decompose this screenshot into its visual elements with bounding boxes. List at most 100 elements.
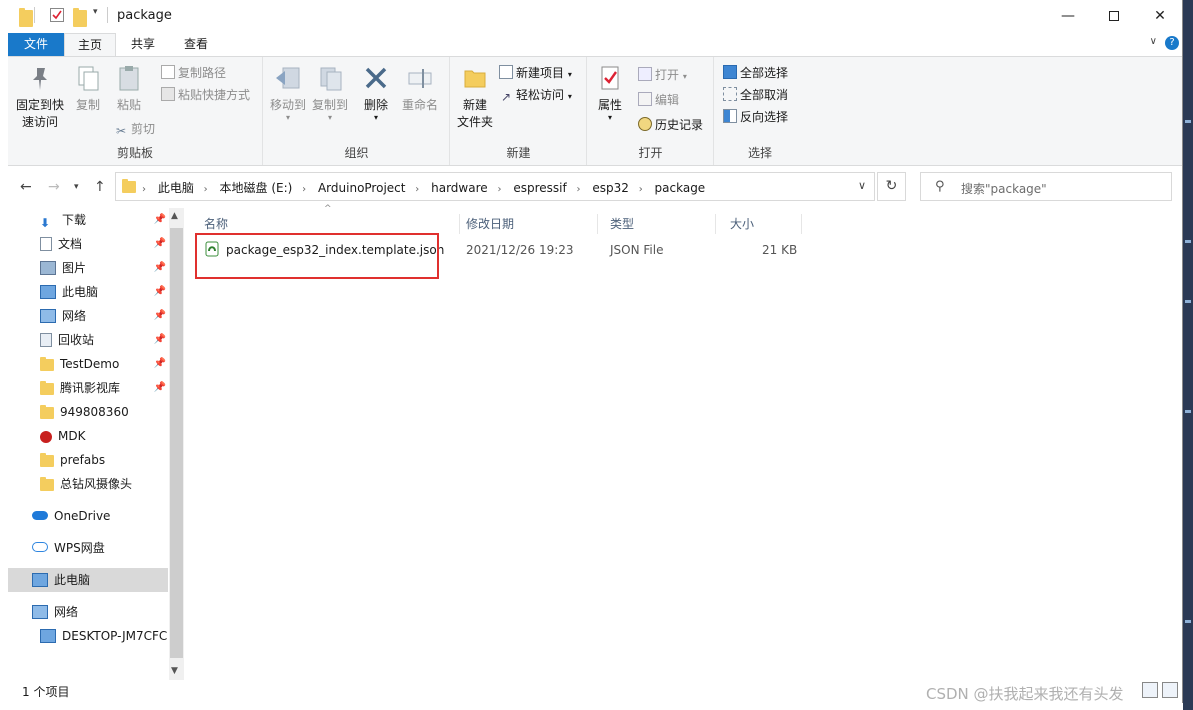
open-button[interactable]: 打开 ▾: [638, 65, 687, 85]
breadcrumb-arduinoproject[interactable]: ArduinoProject: [318, 181, 406, 195]
history-label: 历史记录: [655, 118, 704, 132]
new-item-button[interactable]: 新建项目 ▾: [499, 63, 572, 83]
breadcrumb-espressif[interactable]: espressif: [513, 181, 566, 195]
forward-arrow-icon[interactable]: →: [48, 179, 60, 195]
folder-icon: [122, 179, 136, 193]
address-bar[interactable]: › 此电脑 › 本地磁盘 (E:) › ArduinoProject › har…: [115, 172, 875, 201]
copy-button[interactable]: 复制: [70, 63, 106, 114]
tab-view[interactable]: 查看: [170, 33, 222, 56]
select-all-button[interactable]: 全部选择: [723, 63, 788, 83]
breadcrumb-hardware[interactable]: hardware: [431, 181, 488, 195]
new-folder-quick-icon[interactable]: [73, 8, 87, 27]
recent-locations-chevron-icon[interactable]: ▾: [74, 182, 79, 192]
breadcrumb-this-pc[interactable]: 此电脑: [158, 181, 194, 195]
back-arrow-icon[interactable]: ←: [20, 179, 32, 195]
sidebar-item-recycle-bin[interactable]: 回收站 📌: [8, 328, 168, 352]
breadcrumb-separator-icon[interactable]: ›: [577, 184, 581, 195]
scroll-up-icon[interactable]: ▲: [171, 211, 178, 221]
customize-quick-access-icon[interactable]: ▾: [93, 7, 98, 24]
breadcrumb-separator-icon[interactable]: ›: [497, 184, 501, 195]
sidebar-item-mdk[interactable]: MDK: [8, 424, 168, 448]
delete-x-icon: [365, 67, 387, 89]
search-box[interactable]: ⚲ 搜索"package": [920, 172, 1172, 201]
navigation-scrollbar[interactable]: ▲ ▼: [169, 208, 184, 680]
maximize-button[interactable]: [1091, 0, 1137, 31]
pin-quick-access-button[interactable]: 固定到快 速访问: [12, 63, 68, 131]
sidebar-item-desktop-pc[interactable]: DESKTOP-JM7CFC: [8, 624, 168, 648]
sidebar-item-tencent-video[interactable]: 腾讯影视库 📌: [8, 376, 168, 400]
sidebar-item-testdemo[interactable]: TestDemo 📌: [8, 352, 168, 376]
pin-label-2: 速访问: [21, 115, 58, 129]
address-history-chevron-icon[interactable]: ∨: [858, 179, 866, 192]
sidebar-item-this-pc[interactable]: 此电脑: [8, 568, 168, 592]
delete-button[interactable]: 删除 ▾: [360, 63, 392, 122]
sidebar-item-camera[interactable]: 总钻风摄像头: [8, 472, 168, 496]
network-icon: [32, 605, 48, 619]
sidebar-item-label: 949808360: [60, 405, 129, 419]
breadcrumb-separator-icon[interactable]: ›: [415, 184, 419, 195]
breadcrumb-esp32[interactable]: esp32: [592, 181, 629, 195]
sidebar-item-949808360[interactable]: 949808360: [8, 400, 168, 424]
sidebar-item-downloads[interactable]: ⬇ 下载 📌: [8, 208, 168, 232]
breadcrumb-drive-e[interactable]: 本地磁盘 (E:): [220, 181, 293, 195]
invert-selection-icon: [723, 109, 737, 123]
history-button[interactable]: 历史记录: [638, 115, 703, 135]
sidebar-item-this-pc-quick[interactable]: 此电脑 📌: [8, 280, 168, 304]
invert-selection-button[interactable]: 反向选择: [723, 107, 788, 127]
minimize-button[interactable]: —: [1045, 0, 1091, 31]
scrollbar-thumb[interactable]: [170, 228, 183, 658]
properties-button[interactable]: 属性 ▾: [592, 63, 628, 122]
sidebar-item-label: 此电脑: [62, 285, 99, 299]
edit-button[interactable]: 编辑: [638, 90, 679, 110]
tab-share[interactable]: 共享: [118, 33, 168, 56]
properties-icon: [601, 66, 619, 90]
new-group-label: 新建: [506, 146, 531, 160]
copy-path-button[interactable]: 复制路径: [161, 63, 226, 83]
sidebar-item-network[interactable]: 网络: [8, 600, 168, 624]
cut-button[interactable]: ✂ 剪切: [114, 119, 155, 139]
sidebar-item-label: MDK: [58, 429, 86, 443]
help-icon[interactable]: ?: [1165, 36, 1179, 50]
properties-quick-icon[interactable]: [50, 8, 64, 22]
sidebar-item-network-quick[interactable]: 网络 📌: [8, 304, 168, 328]
sidebar-item-documents[interactable]: 文档 📌: [8, 232, 168, 256]
copy-to-button[interactable]: 复制到 ▾: [310, 63, 350, 122]
folder-icon: [40, 405, 54, 419]
move-to-icon: [276, 67, 300, 89]
easy-access-button[interactable]: ↗ 轻松访问 ▾: [499, 85, 572, 105]
breadcrumb-separator-icon[interactable]: ›: [302, 184, 306, 195]
breadcrumb-separator-icon[interactable]: ›: [639, 184, 643, 195]
new-folder-button[interactable]: 新建 文件夹: [455, 63, 495, 131]
column-header-type[interactable]: 类型: [598, 214, 716, 234]
up-arrow-icon[interactable]: ↑: [94, 179, 106, 195]
pin-icon: 📌: [153, 238, 166, 249]
scroll-down-icon[interactable]: ▼: [171, 666, 178, 676]
pin-icon: 📌: [153, 358, 166, 369]
breadcrumb-package[interactable]: package: [655, 181, 706, 195]
chevron-down-icon[interactable]: ∨: [1150, 36, 1157, 47]
large-icons-view-icon[interactable]: [1162, 682, 1178, 698]
sidebar-item-prefabs[interactable]: prefabs: [8, 448, 168, 472]
rename-button[interactable]: 重命名: [398, 63, 442, 114]
column-header-size[interactable]: 大小: [718, 214, 802, 234]
close-button[interactable]: ✕: [1137, 0, 1182, 31]
sidebar-item-wps[interactable]: WPS网盘: [8, 536, 168, 560]
column-header-name[interactable]: 名称: [192, 214, 460, 234]
sidebar-item-onedrive[interactable]: OneDrive: [8, 504, 168, 528]
new-item-icon: [499, 65, 513, 79]
chevron-down-icon: ▾: [567, 92, 572, 101]
refresh-button[interactable]: ↻: [877, 172, 906, 201]
sidebar-item-pictures[interactable]: 图片 📌: [8, 256, 168, 280]
breadcrumb-separator-icon[interactable]: ›: [204, 184, 208, 195]
details-view-icon[interactable]: [1142, 682, 1158, 698]
paste-button[interactable]: 粘贴: [109, 63, 149, 114]
ribbon: 固定到快 速访问 复制 粘贴 复制路径 粘贴快捷方式 ✂ 剪切 剪贴板 移动到 ▾: [8, 56, 1182, 166]
select-none-button[interactable]: 全部取消: [723, 85, 788, 105]
folder-icon: [40, 453, 54, 467]
paste-shortcut-button[interactable]: 粘贴快捷方式: [161, 85, 250, 105]
tab-file[interactable]: 文件: [8, 33, 64, 56]
column-header-date[interactable]: 修改日期: [454, 214, 598, 234]
tab-home[interactable]: 主页: [64, 33, 116, 56]
move-to-button[interactable]: 移动到 ▾: [268, 63, 308, 122]
select-all-icon: [723, 65, 737, 79]
